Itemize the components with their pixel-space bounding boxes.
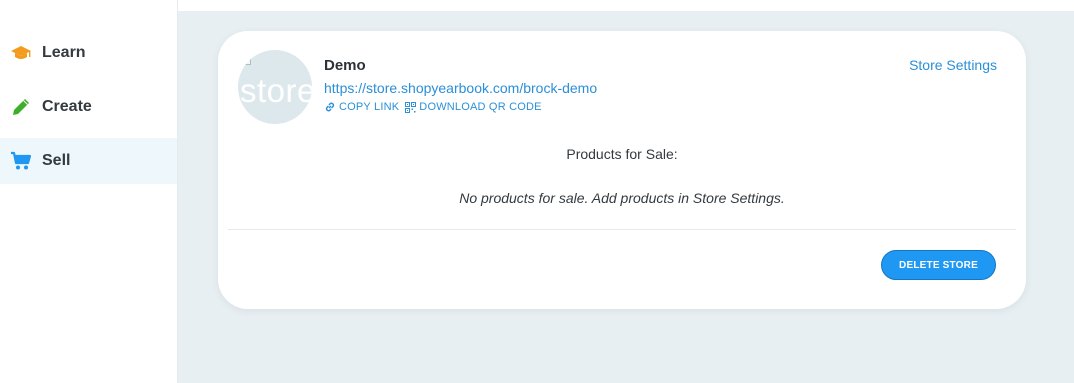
broken-image-icon [242, 55, 251, 65]
products-empty-message: No products for sale. Add products in St… [459, 190, 785, 206]
sidebar: Learn Create Sell [0, 0, 178, 383]
products-heading: Products for Sale: [566, 146, 678, 162]
store-settings-link[interactable]: Store Settings [909, 57, 997, 73]
download-qr-label: DOWNLOAD QR CODE [419, 101, 542, 113]
link-icon [325, 102, 335, 112]
sidebar-item-learn[interactable]: Learn [0, 30, 177, 76]
sidebar-item-label: Create [42, 98, 92, 115]
delete-store-button[interactable]: DELETE STORE [881, 250, 996, 280]
store-image-alt-text: store [240, 72, 312, 109]
copy-link-label: COPY LINK [339, 101, 400, 113]
sidebar-item-label: Learn [42, 44, 86, 61]
download-qr-button[interactable]: DOWNLOAD QR CODE [405, 101, 541, 113]
divider [228, 229, 1016, 230]
store-card: store Demo https://store.shopyearbook.co… [218, 31, 1026, 309]
store-actions: COPY LINK DOWNLOAD QR CODE [324, 101, 548, 113]
pencil-icon [9, 95, 33, 119]
store-image: store [238, 50, 312, 124]
main-content: store Demo https://store.shopyearbook.co… [178, 0, 1074, 383]
top-bar [178, 0, 1074, 11]
qr-code-icon [405, 101, 417, 113]
copy-link-button[interactable]: COPY LINK [324, 101, 399, 113]
store-name: Demo [324, 57, 366, 74]
graduation-cap-icon [9, 41, 33, 65]
sidebar-item-create[interactable]: Create [0, 84, 177, 130]
store-url-link[interactable]: https://store.shopyearbook.com/brock-dem… [324, 80, 597, 96]
shopping-cart-icon [9, 149, 33, 173]
sidebar-item-label: Sell [42, 152, 71, 169]
sidebar-item-sell[interactable]: Sell [0, 138, 177, 184]
